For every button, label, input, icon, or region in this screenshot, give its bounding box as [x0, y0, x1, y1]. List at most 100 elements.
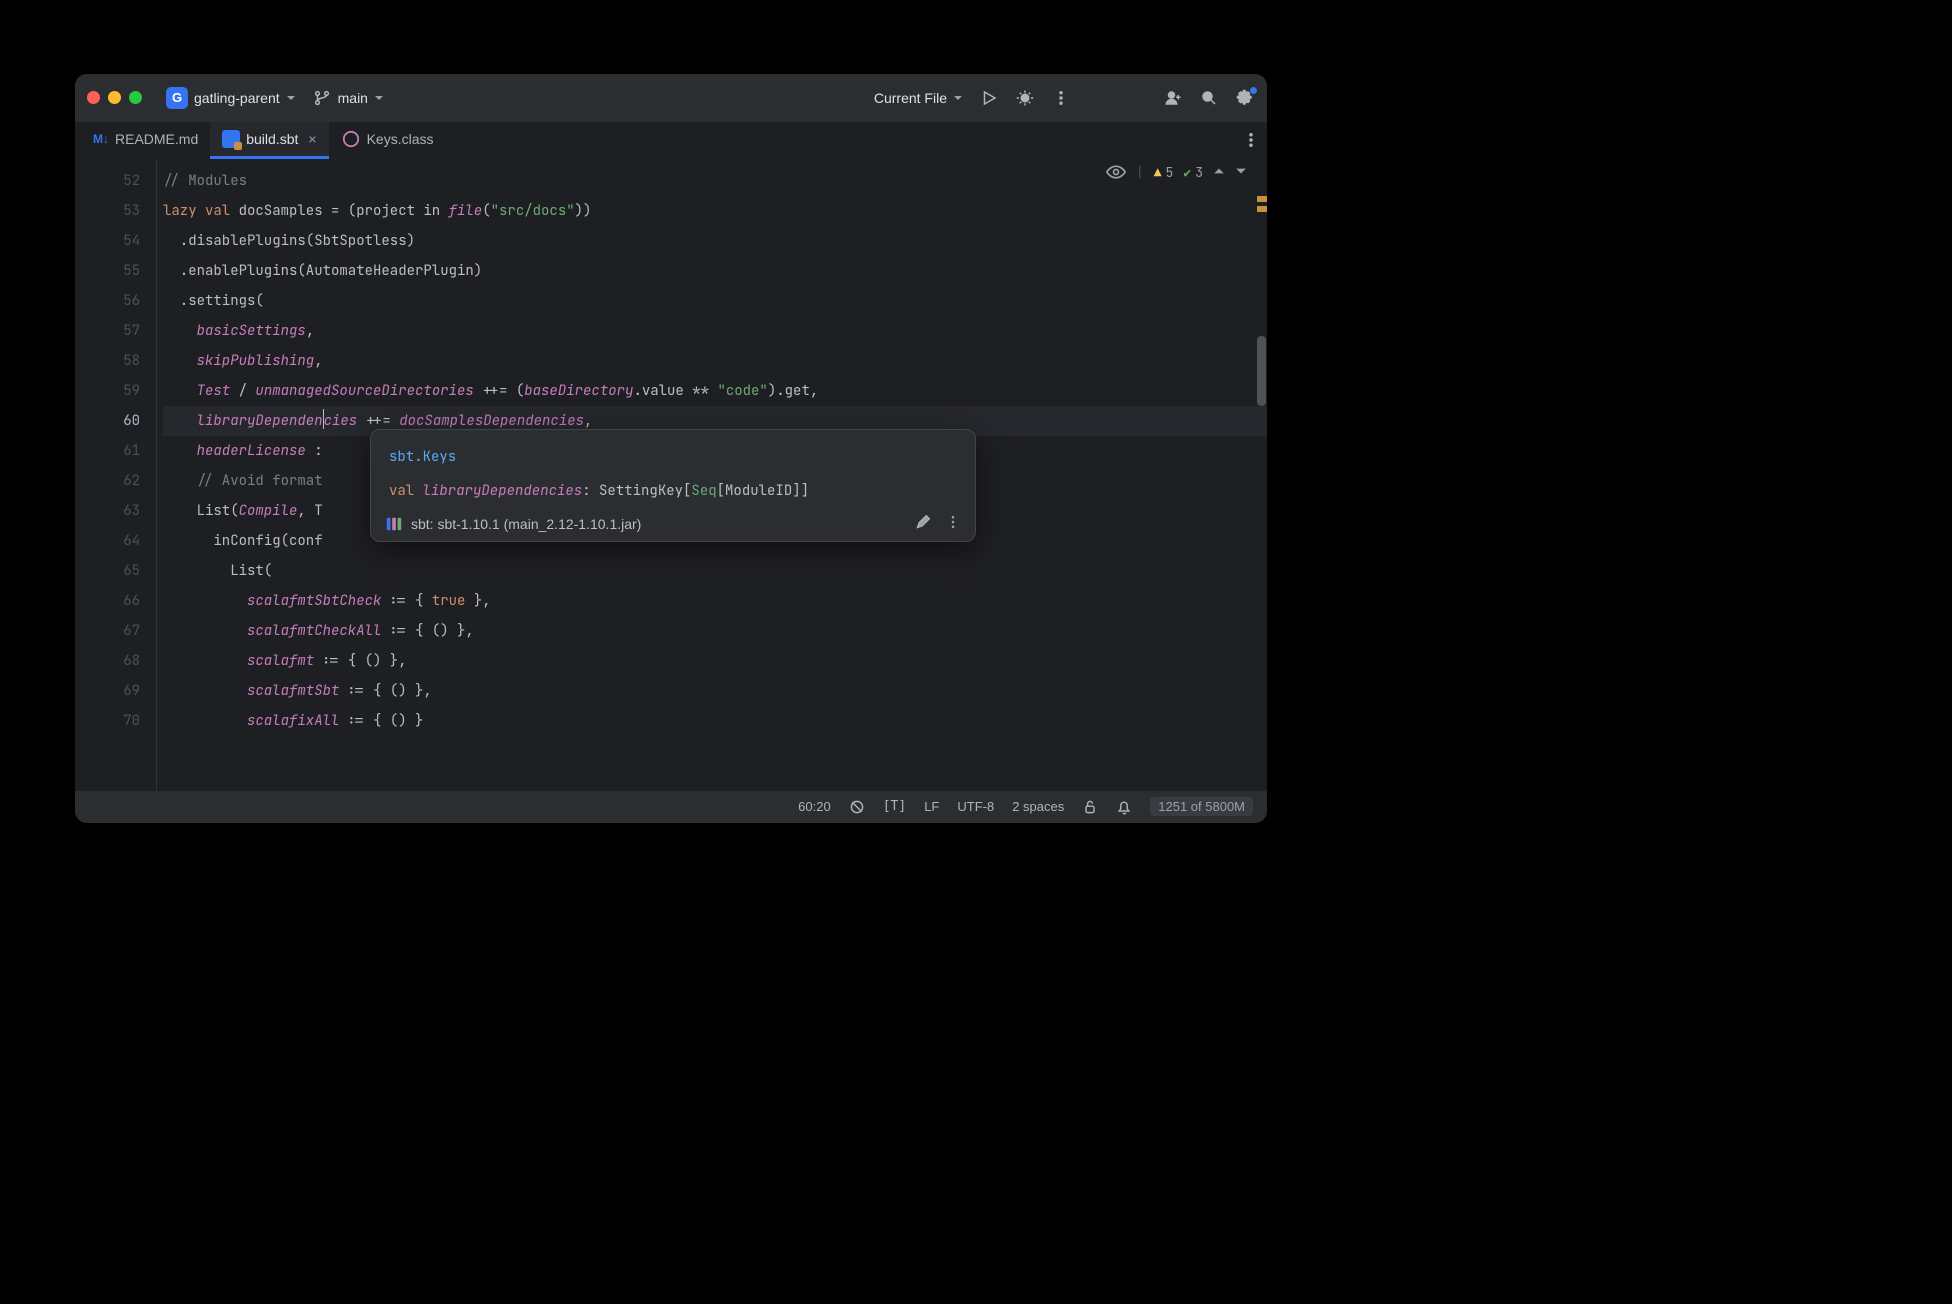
line-number: 69 [75, 676, 140, 706]
gutter: 52 53 54 55 56 57 58 59 60 61 62 63 64 6… [75, 160, 157, 791]
library-icon [385, 515, 403, 533]
reader-mode-icon[interactable] [1106, 165, 1126, 179]
code-text: , T [297, 502, 322, 520]
code-text: // Modules [163, 172, 247, 190]
more-icon[interactable] [1051, 88, 1071, 108]
line-number: 70 [75, 706, 140, 736]
popup-more-icon[interactable] [945, 514, 961, 535]
popup-signature: val libraryDependencies: SettingKey[Seq[… [371, 474, 975, 508]
code-text: scalafmtSbtCheck [247, 592, 381, 610]
branch-name: main [338, 90, 368, 106]
code-text: docSamples [239, 202, 323, 220]
popup-source-row: sbt: sbt-1.10.1 (main_2.12-1.10.1.jar) [371, 508, 975, 537]
code-text: lazy val [163, 202, 230, 220]
warnings-value: 5 [1166, 164, 1174, 181]
scrollbar[interactable] [1255, 160, 1267, 791]
minimize-window-icon[interactable] [108, 91, 121, 104]
line-number: 55 [75, 256, 140, 286]
encoding[interactable]: UTF-8 [957, 799, 994, 814]
code-text: scalafmt [247, 652, 314, 670]
code-text: := { () } [339, 712, 423, 730]
code-text: , [584, 412, 592, 430]
titlebar: G gatling-parent main Current File [75, 74, 1267, 122]
run-config-selector[interactable]: Current File [874, 90, 963, 106]
code-text: : [306, 442, 323, 460]
settings-icon[interactable] [1235, 88, 1255, 108]
line-number: 59 [75, 376, 140, 406]
code-text: file [449, 202, 483, 220]
popup-package[interactable]: sbt.Keys [389, 448, 456, 466]
line-number: 68 [75, 646, 140, 676]
code-text: = (project in [323, 202, 449, 220]
zoom-window-icon[interactable] [129, 91, 142, 104]
code-text: headerLicense [197, 442, 306, 460]
line-number: 52 [75, 166, 140, 196]
prev-highlight-icon[interactable] [1213, 164, 1225, 181]
code-text: "src/docs" [491, 202, 575, 220]
tab-readme[interactable]: M↓ README.md [81, 122, 210, 159]
checks-count[interactable]: ✔3 [1183, 164, 1203, 181]
scrollbar-thumb[interactable] [1257, 336, 1266, 406]
inlay-hints-icon[interactable] [849, 799, 865, 815]
code-text: scalafmtSbt [247, 682, 339, 700]
code-text: := { [381, 592, 431, 610]
add-user-icon[interactable] [1163, 88, 1183, 108]
run-icon[interactable] [979, 88, 999, 108]
search-icon[interactable] [1199, 88, 1219, 108]
chevron-down-icon [286, 90, 296, 106]
cursor-position[interactable]: 60:20 [798, 799, 831, 814]
ide-window: G gatling-parent main Current File M↓ RE… [75, 74, 1267, 823]
line-number: 67 [75, 616, 140, 646]
tab-label: build.sbt [246, 131, 298, 147]
close-tab-icon[interactable]: × [308, 131, 316, 147]
line-number: 57 [75, 316, 140, 346]
code-text: "code" [717, 382, 767, 400]
editor-tabs: M↓ README.md build.sbt × Keys.class [75, 122, 1267, 160]
line-number: 56 [75, 286, 140, 316]
popup-source: sbt: sbt-1.10.1 (main_2.12-1.10.1.jar) [411, 516, 641, 532]
quick-doc-popup: sbt.Keys val libraryDependencies: Settin… [370, 429, 976, 542]
status-bar: 60:20 [T] LF UTF-8 2 spaces 1251 of 5800… [75, 791, 1267, 823]
code-text: }, [465, 592, 490, 610]
code-text: Compile [239, 502, 298, 520]
tab-label: Keys.class [367, 131, 434, 147]
tabs-more-icon[interactable] [1241, 130, 1261, 150]
sbt-file-icon [222, 130, 240, 148]
indent[interactable]: 2 spaces [1012, 799, 1064, 814]
checks-value: 3 [1195, 164, 1203, 181]
class-file-icon [341, 129, 361, 149]
code-text: basicSettings [197, 322, 306, 340]
edit-icon[interactable] [915, 514, 931, 535]
line-number: 65 [75, 556, 140, 586]
code-text: := { () }, [339, 682, 431, 700]
memory-indicator[interactable]: 1251 of 5800M [1150, 797, 1253, 816]
line-separator[interactable]: LF [924, 799, 939, 814]
line-number: 62 [75, 466, 140, 496]
code-text: Test [197, 382, 231, 400]
file-mode[interactable]: [T] [883, 799, 906, 814]
editor[interactable]: 52 53 54 55 56 57 58 59 60 61 62 63 64 6… [75, 160, 1267, 791]
code-text: docSamplesDependencies [399, 412, 584, 430]
tab-build-sbt[interactable]: build.sbt × [210, 122, 328, 159]
code-text: scalafixAll [247, 712, 339, 730]
code-text: ++= [357, 412, 399, 430]
chevron-down-icon [953, 90, 963, 106]
debug-icon[interactable] [1015, 88, 1035, 108]
line-number: 58 [75, 346, 140, 376]
code-text: ).get, [768, 382, 818, 400]
notifications-icon[interactable] [1116, 799, 1132, 815]
code-text: scalafmtCheckAll [247, 622, 381, 640]
code-text: // Avoid format [197, 472, 323, 490]
run-config-label: Current File [874, 90, 947, 106]
markdown-icon: M↓ [93, 132, 109, 146]
warnings-count[interactable]: ▲5 [1154, 164, 1174, 181]
branch-selector[interactable]: main [312, 88, 384, 108]
next-highlight-icon[interactable] [1235, 164, 1247, 181]
inspections-widget[interactable]: | ▲5 ✔3 [1106, 164, 1247, 181]
project-name: gatling-parent [194, 90, 280, 106]
line-number: 66 [75, 586, 140, 616]
close-window-icon[interactable] [87, 91, 100, 104]
project-selector[interactable]: G gatling-parent [166, 87, 296, 109]
readonly-icon[interactable] [1082, 799, 1098, 815]
tab-keys-class[interactable]: Keys.class [329, 122, 446, 159]
